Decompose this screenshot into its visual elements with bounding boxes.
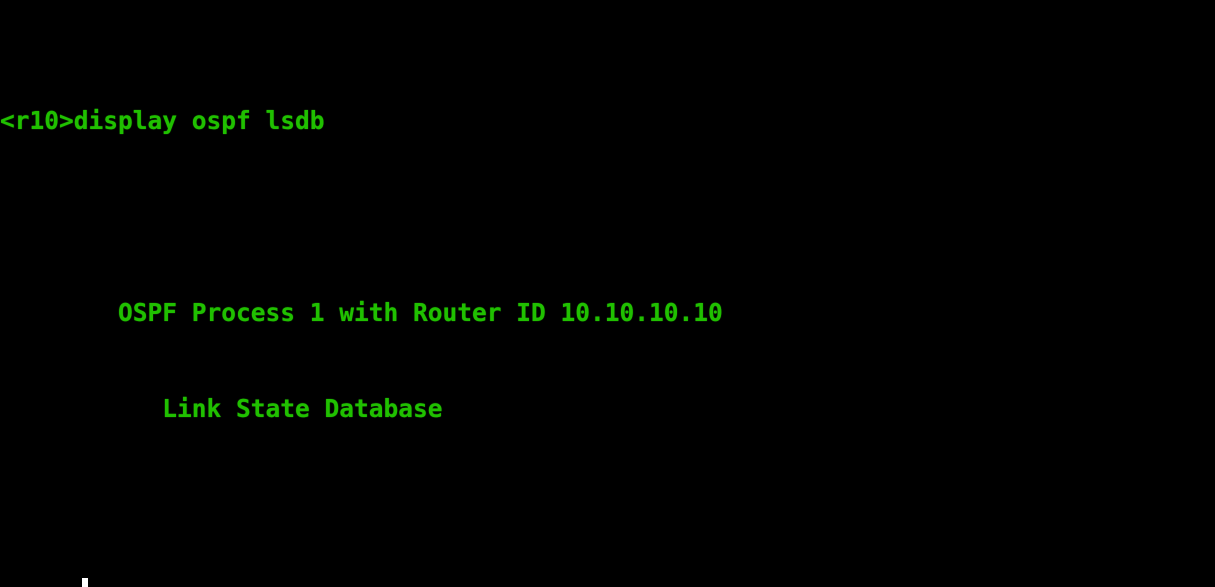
terminal-screen[interactable]: 1 1 1 <r10>display ospf lsdb OSPF Proces… — [0, 0, 1215, 587]
terminal-output: <r10>display ospf lsdb OSPF Process 1 wi… — [0, 9, 1215, 587]
clipped-scrollback-line: 1 1 1 — [0, 0, 1215, 8]
link-state-database-line: Link State Database — [0, 394, 443, 423]
prompt-line: <r10>display ospf lsdb — [0, 106, 325, 135]
ospf-process-line: OSPF Process 1 with Router ID 10.10.10.1… — [0, 298, 723, 327]
text-cursor — [82, 578, 88, 587]
